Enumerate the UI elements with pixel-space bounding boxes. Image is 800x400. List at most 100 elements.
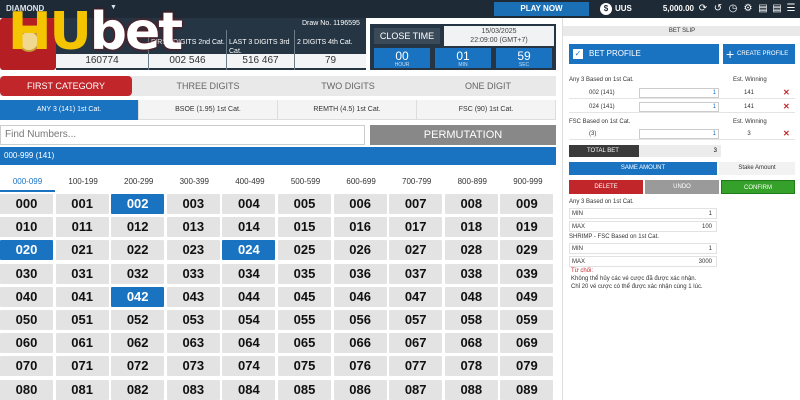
history-icon[interactable]: ↺ xyxy=(712,3,724,15)
number-cell[interactable]: 018 xyxy=(444,217,498,238)
tab-three-digits[interactable]: THREE DIGITS xyxy=(140,76,276,96)
delete-button[interactable]: DELETE xyxy=(569,180,643,194)
number-cell[interactable]: 046 xyxy=(333,286,387,307)
number-cell[interactable]: 043 xyxy=(166,286,220,307)
bet-profile-button[interactable]: ✓ BET PROFILE xyxy=(569,44,719,64)
range-tab[interactable]: 500-599 xyxy=(278,172,333,192)
tab-any3[interactable]: ANY 3 (141) 1st Cat. xyxy=(0,100,139,120)
number-cell[interactable]: 031 xyxy=(55,263,109,284)
number-cell[interactable]: 068 xyxy=(444,333,498,354)
number-cell[interactable]: 063 xyxy=(166,333,220,354)
number-cell[interactable]: 055 xyxy=(278,310,331,330)
create-profile-button[interactable]: + CREATE PROFILE xyxy=(723,44,795,64)
number-cell[interactable]: 001 xyxy=(55,194,109,214)
number-cell[interactable]: 034 xyxy=(222,263,276,284)
number-cell[interactable]: 040 xyxy=(0,286,53,307)
number-cell[interactable]: 035 xyxy=(278,263,331,284)
number-cell[interactable]: 050 xyxy=(0,310,53,330)
list-icon[interactable]: ☰ xyxy=(785,3,797,15)
tab-bsoe[interactable]: BSOE (1.95) 1st Cat. xyxy=(139,100,278,120)
stake-input[interactable]: 1 xyxy=(639,129,719,139)
number-cell[interactable]: 016 xyxy=(333,217,387,238)
number-cell[interactable]: 003 xyxy=(166,194,220,214)
number-cell[interactable]: 022 xyxy=(111,240,165,261)
remove-icon[interactable]: ✕ xyxy=(783,88,790,97)
number-cell[interactable]: 026 xyxy=(333,240,387,261)
number-cell[interactable]: 074 xyxy=(222,356,276,377)
number-cell[interactable]: 086 xyxy=(333,379,387,400)
tab-one-digit[interactable]: ONE DIGIT xyxy=(420,76,556,96)
number-cell[interactable]: 033 xyxy=(166,263,220,284)
number-cell[interactable]: 025 xyxy=(278,240,331,261)
number-cell[interactable]: 053 xyxy=(166,310,220,330)
number-cell[interactable]: 004 xyxy=(222,194,276,214)
number-cell[interactable]: 013 xyxy=(166,217,220,238)
number-cell[interactable]: 006 xyxy=(333,194,387,214)
remove-icon[interactable]: ✕ xyxy=(783,129,790,138)
refresh-icon[interactable]: ⟳ xyxy=(697,3,709,15)
number-cell[interactable]: 082 xyxy=(111,379,165,400)
number-cell[interactable]: 078 xyxy=(444,356,498,377)
number-cell[interactable]: 083 xyxy=(166,379,220,400)
number-cell[interactable]: 007 xyxy=(389,194,443,214)
number-cell[interactable]: 057 xyxy=(389,310,443,330)
number-cell[interactable]: 072 xyxy=(111,356,165,377)
number-cell[interactable]: 048 xyxy=(444,286,498,307)
number-cell[interactable]: 085 xyxy=(278,379,331,400)
number-cell[interactable]: 014 xyxy=(222,217,276,238)
number-cell[interactable]: 062 xyxy=(111,333,165,354)
document-icon[interactable]: ▤ xyxy=(757,3,769,15)
number-cell[interactable]: 037 xyxy=(389,263,443,284)
number-cell[interactable]: 052 xyxy=(111,310,165,330)
number-cell[interactable]: 080 xyxy=(0,379,53,400)
number-cell[interactable]: 009 xyxy=(500,194,554,214)
number-cell[interactable]: 024 xyxy=(222,240,276,261)
clock-icon[interactable]: ◷ xyxy=(727,3,739,15)
permutation-button[interactable]: PERMUTATION xyxy=(370,125,556,145)
number-cell[interactable]: 041 xyxy=(55,286,109,307)
number-cell[interactable]: 002 xyxy=(111,194,165,214)
range-tab[interactable]: 400-499 xyxy=(222,172,277,192)
tab-remth[interactable]: REMTH (4.5) 1st Cat. xyxy=(278,100,417,120)
number-cell[interactable]: 073 xyxy=(166,356,220,377)
number-cell[interactable]: 079 xyxy=(500,356,554,377)
range-tab[interactable]: 900-999 xyxy=(500,172,555,192)
search-input[interactable]: Find Numbers... xyxy=(0,125,365,145)
same-amount-button[interactable]: SAME AMOUNT xyxy=(569,162,717,175)
number-cell[interactable]: 051 xyxy=(55,310,109,330)
range-tab[interactable]: 000-099 xyxy=(0,172,55,192)
number-cell[interactable]: 054 xyxy=(222,310,276,330)
tab-fsc[interactable]: FSC (90) 1st Cat. xyxy=(417,100,556,120)
number-cell[interactable]: 020 xyxy=(0,240,53,261)
number-cell[interactable]: 077 xyxy=(389,356,443,377)
stake-input[interactable]: 1 xyxy=(639,88,719,98)
number-cell[interactable]: 017 xyxy=(389,217,443,238)
number-cell[interactable]: 067 xyxy=(389,333,443,354)
number-cell[interactable]: 021 xyxy=(55,240,109,261)
number-cell[interactable]: 049 xyxy=(500,286,554,307)
number-cell[interactable]: 059 xyxy=(500,310,554,330)
document-icon[interactable]: ▤ xyxy=(771,3,783,15)
number-cell[interactable]: 030 xyxy=(0,263,53,284)
number-cell[interactable]: 042 xyxy=(111,286,165,307)
tab-two-digits[interactable]: TWO DIGITS xyxy=(280,76,416,96)
number-cell[interactable]: 045 xyxy=(278,286,331,307)
number-cell[interactable]: 012 xyxy=(111,217,165,238)
range-tab[interactable]: 700-799 xyxy=(389,172,444,192)
range-tab[interactable]: 100-199 xyxy=(56,172,111,192)
range-tab[interactable]: 800-899 xyxy=(445,172,500,192)
range-tab[interactable]: 300-399 xyxy=(167,172,222,192)
settings-icon[interactable]: ⚙ xyxy=(742,3,754,15)
number-cell[interactable]: 047 xyxy=(389,286,443,307)
tab-first-category[interactable]: FIRST CATEGORY xyxy=(0,76,132,96)
number-cell[interactable]: 075 xyxy=(278,356,331,377)
number-cell[interactable]: 071 xyxy=(55,356,109,377)
number-cell[interactable]: 089 xyxy=(500,379,554,400)
number-cell[interactable]: 065 xyxy=(278,333,331,354)
number-cell[interactable]: 069 xyxy=(500,333,554,354)
play-now-button[interactable]: PLAY NOW xyxy=(494,2,589,16)
number-cell[interactable]: 027 xyxy=(389,240,443,261)
number-cell[interactable]: 008 xyxy=(444,194,498,214)
number-cell[interactable]: 087 xyxy=(389,379,443,400)
number-cell[interactable]: 000 xyxy=(0,194,53,214)
